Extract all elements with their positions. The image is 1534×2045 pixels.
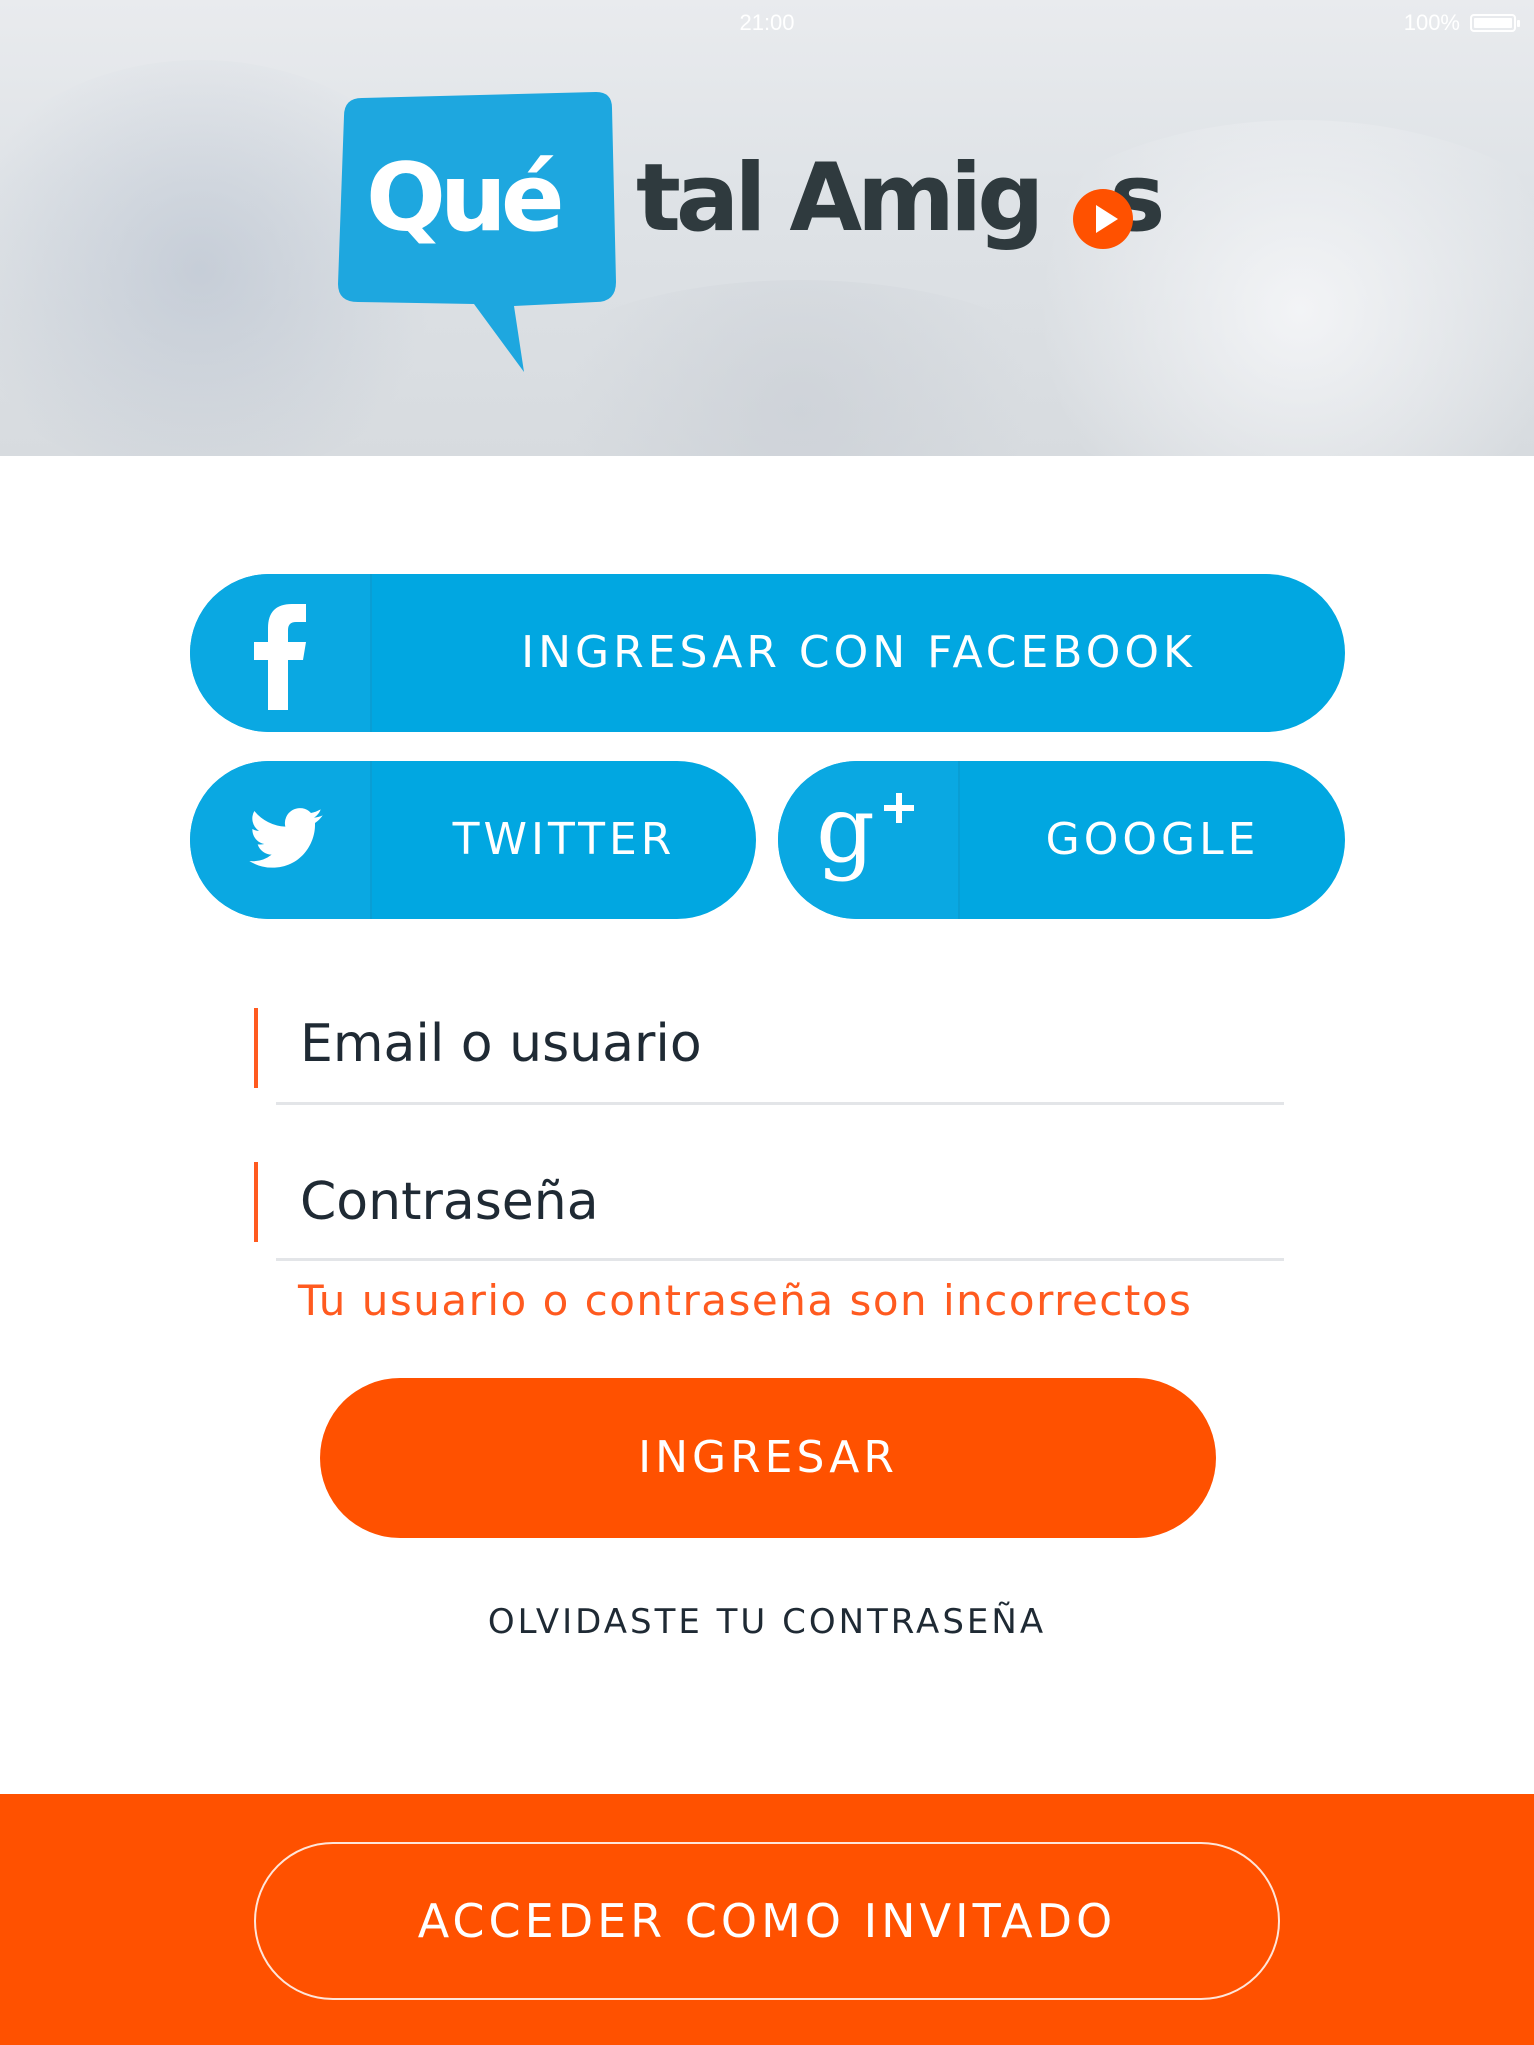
status-bar: 21:00 100% [0,0,1534,44]
guest-access-button[interactable]: ACCEDER COMO INVITADO [254,1842,1280,2000]
google-button-label: GOOGLE [1045,814,1260,865]
twitter-login-button[interactable]: TWITTER [190,761,756,919]
email-field-underline [276,1102,1284,1105]
svg-text:g: g [816,783,875,883]
facebook-icon [254,604,306,710]
forgot-password-link[interactable]: OLVIDASTE TU CONTRASEÑA [0,1602,1534,1642]
facebook-login-button[interactable]: INGRESAR CON FACEBOOK [190,574,1345,732]
email-input[interactable]: Email o usuario [300,1014,702,1074]
google-plus-icon: g [816,783,914,883]
email-field-cursor [254,1008,258,1088]
play-icon [1073,189,1133,249]
password-field-cursor [254,1162,258,1242]
facebook-button-label: INGRESAR CON FACEBOOK [521,627,1196,678]
twitter-icon [249,808,323,868]
footer-bar: ACCEDER COMO INVITADO [0,1794,1534,2045]
email-field[interactable]: Email o usuario [254,1006,1284,1126]
logo-text: tal Amig [636,144,1045,253]
header-banner: 21:00 100% Qué tal Amig s [0,0,1534,456]
twitter-icon-cell [190,761,372,919]
login-button[interactable]: INGRESAR [320,1378,1216,1538]
facebook-icon-cell [190,574,372,732]
password-input[interactable]: Contraseña [300,1172,599,1232]
password-field-underline [276,1258,1284,1261]
google-icon-cell: g [778,761,960,919]
battery-percent: 100% [1403,10,1460,35]
password-field[interactable]: Contraseña [254,1162,1284,1282]
app-logo: Qué tal Amig s [334,92,1194,382]
status-battery: 100% [1403,10,1520,36]
logo-word-que: Qué [366,144,565,253]
error-message: Tu usuario o contraseña son incorrectos [298,1276,1193,1325]
twitter-button-label: TWITTER [452,814,676,865]
status-time: 21:00 [739,10,795,35]
google-login-button[interactable]: g GOOGLE [778,761,1345,919]
battery-icon [1470,14,1520,32]
